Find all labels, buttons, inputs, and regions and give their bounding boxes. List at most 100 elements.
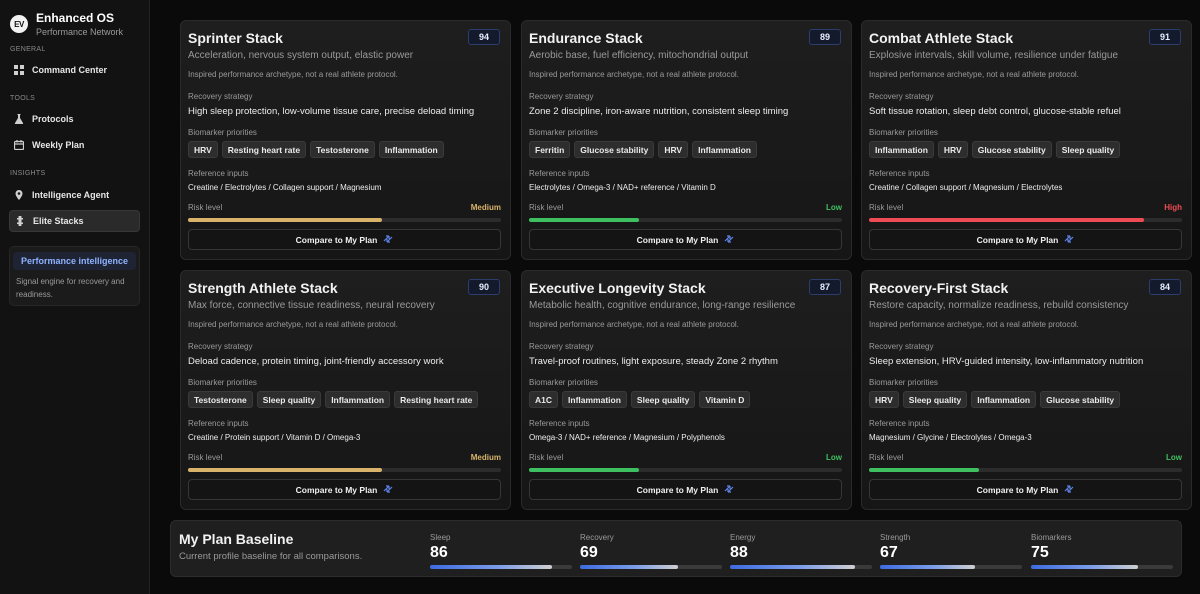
biomarker-priorities-label: Biomarker priorities [188,378,257,387]
sidebar-item-command-center[interactable]: Command Center [9,59,140,81]
stack-icon [15,216,25,226]
recovery-strategy-label: Recovery strategy [529,342,594,351]
biomarker-chip: Inflammation [562,391,627,408]
reference-inputs-label: Reference inputs [188,169,249,178]
risk-row: Risk level Low [529,203,842,212]
baseline-subtitle: Current profile baseline for all compari… [179,551,363,562]
metric-bar-fill [580,565,678,569]
biomarker-chip: Sleep quality [256,391,322,408]
compare-arrows-icon [1064,234,1074,246]
reference-inputs-text: Electrolytes / Omega-3 / NAD+ reference … [529,183,716,192]
stack-title: Combat Athlete Stack [869,30,1014,46]
stack-title: Executive Longevity Stack [529,280,706,296]
metric-label: Strength [880,533,911,542]
stack-card: Recovery-First Stack 84 Restore capacity… [861,270,1192,510]
risk-bar-fill [869,218,1145,222]
metric-bar [880,565,1022,569]
stack-title: Recovery-First Stack [869,280,1009,296]
brand[interactable]: EV Enhanced OS Performance Network [0,0,149,40]
sidebar-item-elite-stacks[interactable]: Elite Stacks [9,210,140,232]
biomarker-priorities-label: Biomarker priorities [529,128,598,137]
risk-level-value: High [1164,203,1182,212]
biomarker-priorities-label: Biomarker priorities [869,378,938,387]
reference-inputs-text: Creatine / Protein support / Vitamin D /… [188,433,361,442]
risk-level-value: Low [826,203,842,212]
app-logo: EV [10,15,28,33]
biomarker-chip: Inflammation [971,391,1037,408]
reference-inputs-label: Reference inputs [869,419,930,428]
compare-arrows-icon [724,234,734,246]
biomarker-chip: Resting heart rate [221,141,307,158]
reference-inputs-label: Reference inputs [869,169,930,178]
stack-card: Executive Longevity Stack 87 Metabolic h… [521,270,852,510]
risk-row: Risk level Low [529,453,842,462]
recovery-strategy-label: Recovery strategy [188,92,253,101]
metric-value: 88 [730,544,748,561]
stack-disclaimer: Inspired performance archetype, not a re… [869,70,1079,79]
compare-to-my-plan-button[interactable]: Compare to My Plan [529,479,842,500]
compare-to-my-plan-button[interactable]: Compare to My Plan [529,229,842,250]
biomarker-chip: Sleep quality [1055,141,1121,158]
metric-bar [430,565,572,569]
compare-arrows-icon [383,484,393,496]
compare-to-my-plan-button[interactable]: Compare to My Plan [869,229,1182,250]
reference-inputs-text: Magnesium / Glycine / Electrolytes / Ome… [869,433,1032,442]
baseline-title: My Plan Baseline [179,531,294,547]
baseline-metric: Strength 67 [880,533,1022,569]
recovery-strategy-text: Deload cadence, protein timing, joint-fr… [188,356,444,367]
reference-inputs-label: Reference inputs [188,419,249,428]
recovery-strategy-text: Travel-proof routines, light exposure, s… [529,356,778,367]
biomarker-chip: HRV [658,141,689,158]
pin-icon [14,190,24,200]
stack-score-badge: 90 [468,279,500,295]
recovery-strategy-label: Recovery strategy [869,92,934,101]
recovery-strategy-label: Recovery strategy [188,342,253,351]
stack-score-badge: 87 [809,279,841,295]
recovery-strategy-text: Sleep extension, HRV-guided intensity, l… [869,356,1144,367]
stack-title: Sprinter Stack [188,30,283,46]
compare-button-label: Compare to My Plan [636,484,719,495]
compare-button-label: Compare to My Plan [295,234,378,245]
stack-title: Endurance Stack [529,30,643,46]
sidebar: EV Enhanced OS Performance Network GENER… [0,0,150,594]
baseline-metric: Recovery 69 [580,533,722,569]
biomarker-chip-list: Testosterone Sleep quality Inflammation Res… [188,391,479,408]
sidebar-item-weekly-plan[interactable]: Weekly Plan [9,134,140,156]
risk-bar [869,468,1182,472]
stack-score-badge: 91 [1149,29,1181,45]
metric-label: Energy [730,533,756,542]
stack-card: Endurance Stack 89 Aerobic base, fuel ef… [521,20,852,260]
compare-to-my-plan-button[interactable]: Compare to My Plan [188,479,501,500]
metric-value: 75 [1031,544,1049,561]
risk-row: Risk level Medium [188,453,501,462]
biomarker-chip-list: HRV Resting heart rate Testosterone Inflamm… [188,141,444,158]
compare-to-my-plan-button[interactable]: Compare to My Plan [188,229,501,250]
metric-label: Biomarkers [1031,533,1072,542]
stack-disclaimer: Inspired performance archetype, not a re… [529,70,739,79]
section-label-tools: TOOLS [10,95,36,102]
risk-bar [188,218,501,222]
stack-card: Sprinter Stack 94 Acceleration, nervous … [180,20,511,260]
metric-value: 69 [580,544,598,561]
flask-icon [14,114,24,124]
biomarker-chip: HRV [869,391,899,408]
reference-inputs-text: Creatine / Collagen support / Magnesium … [869,183,1063,192]
metric-bar-fill [730,565,855,569]
metric-bar [580,565,722,569]
risk-bar [529,468,842,472]
stack-subtitle: Metabolic health, cognitive endurance, l… [529,300,796,311]
performance-intelligence-button[interactable]: Performance intelligence [13,252,137,270]
sidebar-item-label: Command Center [32,65,108,75]
sidebar-item-protocols[interactable]: Protocols [9,108,140,130]
baseline-metric: Energy 88 [730,533,872,569]
biomarker-chip-list: Inflammation HRV Glucose stability Sleep qu… [869,141,1121,158]
metric-label: Recovery [580,533,614,542]
biomarker-chip: Glucose stability [971,141,1052,158]
compare-arrows-icon [383,234,393,246]
risk-bar-fill [188,218,383,222]
compare-to-my-plan-button[interactable]: Compare to My Plan [869,479,1182,500]
compare-arrows-icon [724,484,734,496]
sidebar-item-intelligence-agent[interactable]: Intelligence Agent [9,184,140,206]
app-subtitle: Performance Network [36,26,124,37]
risk-row: Risk level High [869,203,1182,212]
